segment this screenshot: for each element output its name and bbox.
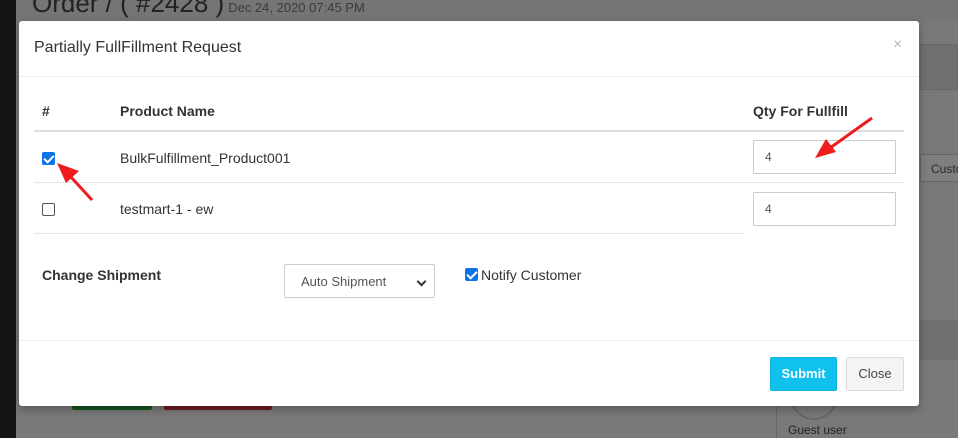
annotation-arrow-checkbox (57, 163, 94, 202)
annotation-arrow-qty (815, 116, 873, 158)
annotation-arrows (57, 116, 873, 202)
